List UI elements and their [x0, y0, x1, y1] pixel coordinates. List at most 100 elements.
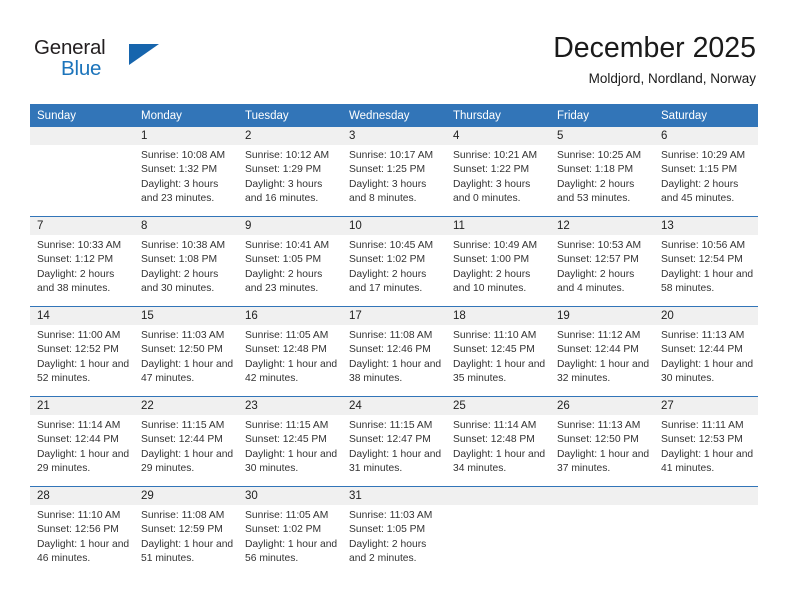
calendar-day-cell[interactable]: 22 Sunrise: 11:15 AM Sunset: 12:44 PM Dayli… [134, 396, 238, 487]
day-number [550, 487, 654, 505]
daylight-text-cont: 37 minutes. [557, 463, 611, 475]
sunset-text: Sunset: 12:45 PM [453, 344, 535, 356]
logo[interactable]: General Blue [34, 36, 164, 84]
calendar-day-cell[interactable]: 9 Sunrise: 10:41 AM Sunset: 1:05 PM Dayligh… [238, 216, 342, 307]
calendar-day-cell[interactable]: 6 Sunrise: 10:29 AM Sunset: 1:15 PM Dayligh… [654, 127, 758, 217]
calendar-day-cell[interactable]: 13 Sunrise: 10:56 AM Sunset: 12:54 PM Dayli… [654, 216, 758, 307]
daylight-text-cont: 34 minutes. [453, 463, 507, 475]
day-details: Sunrise: 10:38 AM Sunset: 1:08 PM Daylight… [134, 235, 238, 297]
calendar-day-cell[interactable]: 31 Sunrise: 11:03 AM Sunset: 1:05 PM Daylig… [342, 486, 446, 576]
daylight-text-cont: and 45 minutes. [661, 193, 735, 205]
calendar-day-cell[interactable]: 14 Sunrise: 11:00 AM Sunset: 12:52 PM Dayli… [30, 306, 134, 397]
daylight-text: Daylight: 1 hour and [557, 358, 650, 370]
sunrise-text: Sunrise: 10:49 AM [453, 240, 538, 251]
calendar-day-cell[interactable]: 7 Sunrise: 10:33 AM Sunset: 1:12 PM Dayligh… [30, 216, 134, 307]
page-header: General Blue December 2025 Moldjord, Nor… [0, 0, 792, 104]
sunset-text: Sunset: 12:44 PM [37, 434, 119, 446]
sunrise-text: Sunrise: 10:38 AM [141, 240, 226, 251]
day-number [446, 487, 550, 505]
sunrise-text: Sunrise: 10:29 AM [661, 150, 746, 161]
page-subtitle: Moldjord, Nordland, Norway [588, 71, 756, 86]
sunset-text: Sunset: 12:44 PM [141, 434, 223, 446]
sunset-text: Sunset: 1:05 PM [349, 524, 426, 536]
calendar-day-cell[interactable]: 21 Sunrise: 11:14 AM Sunset: 12:44 PM Dayli… [30, 396, 134, 487]
day-number: 15 [134, 307, 238, 325]
weekday-header-saturday: Saturday [654, 104, 758, 127]
daylight-text-cont: 35 minutes. [453, 373, 507, 385]
calendar-day-cell[interactable]: 16 Sunrise: 11:05 AM Sunset: 12:48 PM Dayli… [238, 306, 342, 397]
daylight-text: Daylight: 1 hour and [141, 538, 234, 550]
sunrise-text: Sunrise: 10:53 AM [557, 240, 642, 251]
sunrise-text: Sunrise: 11:14 AM [37, 420, 121, 431]
sunrise-text: Sunrise: 11:05 AM [245, 510, 329, 521]
calendar-day-cell[interactable]: 19 Sunrise: 11:12 AM Sunset: 12:44 PM Dayli… [550, 306, 654, 397]
sunset-text: Sunset: 12:47 PM [349, 434, 431, 446]
day-details: Sunrise: 11:08 AM Sunset: 12:46 PM Dayligh… [342, 325, 446, 387]
daylight-text: Daylight: 1 hour and [557, 448, 650, 460]
calendar-day-cell[interactable]: 2 Sunrise: 10:12 AM Sunset: 1:29 PM Dayligh… [238, 127, 342, 217]
calendar-day-cell[interactable]: 4 Sunrise: 10:21 AM Sunset: 1:22 PM Dayligh… [446, 127, 550, 217]
calendar-week-row: 1 Sunrise: 10:08 AM Sunset: 1:32 PM Dayligh… [30, 127, 758, 217]
day-details: Sunrise: 11:15 AM Sunset: 12:47 PM Dayligh… [342, 415, 446, 477]
calendar-day-cell[interactable]: 23 Sunrise: 11:15 AM Sunset: 12:45 PM Dayli… [238, 396, 342, 487]
calendar-day-cell[interactable]: 25 Sunrise: 11:14 AM Sunset: 12:48 PM Dayli… [446, 396, 550, 487]
day-details: Sunrise: 11:15 AM Sunset: 12:45 PM Dayligh… [238, 415, 342, 477]
calendar-day-cell[interactable]: 29 Sunrise: 11:08 AM Sunset: 12:59 PM Dayli… [134, 486, 238, 576]
day-number: 6 [654, 127, 758, 145]
daylight-text: Daylight: 2 hours [245, 268, 323, 280]
daylight-text-cont: and 8 minutes. [349, 193, 417, 205]
calendar-day-cell[interactable]: 1 Sunrise: 10:08 AM Sunset: 1:32 PM Dayligh… [134, 127, 238, 217]
calendar-day-cell[interactable]: 5 Sunrise: 10:25 AM Sunset: 1:18 PM Dayligh… [550, 127, 654, 217]
day-details: Sunrise: 10:53 AM Sunset: 12:57 PM Dayligh… [550, 235, 654, 297]
daylight-text: Daylight: 1 hour and [349, 448, 442, 460]
calendar-day-cell[interactable]: 18 Sunrise: 11:10 AM Sunset: 12:45 PM Dayli… [446, 306, 550, 397]
calendar-day-cell[interactable]: 12 Sunrise: 10:53 AM Sunset: 12:57 PM Dayli… [550, 216, 654, 307]
day-number: 12 [550, 217, 654, 235]
daylight-text-cont: 46 minutes. [37, 553, 91, 565]
sunset-text: Sunset: 1:15 PM [661, 164, 738, 176]
calendar-day-cell[interactable]: 8 Sunrise: 10:38 AM Sunset: 1:08 PM Dayligh… [134, 216, 238, 307]
title-block: December 2025 Moldjord, Nordland, Norway [553, 30, 756, 89]
calendar-day-cell[interactable]: 15 Sunrise: 11:03 AM Sunset: 12:50 PM Dayli… [134, 306, 238, 397]
calendar-day-cell[interactable]: 24 Sunrise: 11:15 AM Sunset: 12:47 PM Dayli… [342, 396, 446, 487]
daylight-text: Daylight: 3 hours [453, 178, 531, 190]
weekday-header-wednesday: Wednesday [342, 104, 446, 127]
sunrise-text: Sunrise: 11:13 AM [557, 420, 641, 431]
daylight-text-cont: and 10 minutes. [453, 283, 527, 295]
calendar-day-cell[interactable]: 30 Sunrise: 11:05 AM Sunset: 1:02 PM Daylig… [238, 486, 342, 576]
daylight-text: Daylight: 1 hour and [245, 448, 338, 460]
day-number: 2 [238, 127, 342, 145]
daylight-text-cont: and 2 minutes. [349, 553, 417, 565]
sunrise-text: Sunrise: 10:08 AM [141, 150, 226, 161]
daylight-text-cont: 47 minutes. [141, 373, 195, 385]
calendar-day-cell[interactable]: 3 Sunrise: 10:17 AM Sunset: 1:25 PM Dayligh… [342, 127, 446, 217]
sunrise-text: Sunrise: 11:11 AM [661, 420, 744, 431]
sunrise-text: Sunrise: 11:05 AM [245, 330, 329, 341]
daylight-text: Daylight: 1 hour and [661, 448, 754, 460]
calendar-day-cell[interactable]: 28 Sunrise: 11:10 AM Sunset: 12:56 PM Dayli… [30, 486, 134, 576]
day-number: 9 [238, 217, 342, 235]
day-details: Sunrise: 11:11 AM Sunset: 12:53 PM Dayligh… [654, 415, 758, 477]
daylight-text: Daylight: 2 hours [661, 178, 739, 190]
daylight-text: Daylight: 2 hours [453, 268, 531, 280]
calendar-cell-empty [654, 486, 758, 576]
calendar-day-cell[interactable]: 10 Sunrise: 10:45 AM Sunset: 1:02 PM Daylig… [342, 216, 446, 307]
day-number: 11 [446, 217, 550, 235]
daylight-text-cont: 38 minutes. [349, 373, 403, 385]
daylight-text-cont: 32 minutes. [557, 373, 611, 385]
calendar-day-cell[interactable]: 20 Sunrise: 11:13 AM Sunset: 12:44 PM Dayli… [654, 306, 758, 397]
day-number: 31 [342, 487, 446, 505]
calendar-day-cell[interactable]: 27 Sunrise: 11:11 AM Sunset: 12:53 PM Dayli… [654, 396, 758, 487]
sunrise-text: Sunrise: 10:45 AM [349, 240, 434, 251]
calendar-day-cell[interactable]: 26 Sunrise: 11:13 AM Sunset: 12:50 PM Dayli… [550, 396, 654, 487]
day-details: Sunrise: 10:12 AM Sunset: 1:29 PM Daylight… [238, 145, 342, 207]
daylight-text: Daylight: 2 hours [557, 178, 635, 190]
calendar-day-cell[interactable]: 11 Sunrise: 10:49 AM Sunset: 1:00 PM Daylig… [446, 216, 550, 307]
day-details: Sunrise: 11:14 AM Sunset: 12:48 PM Dayligh… [446, 415, 550, 477]
sunset-text: Sunset: 1:08 PM [141, 254, 218, 266]
day-number: 19 [550, 307, 654, 325]
sunset-text: Sunset: 12:52 PM [37, 344, 119, 356]
calendar-day-cell[interactable]: 17 Sunrise: 11:08 AM Sunset: 12:46 PM Dayli… [342, 306, 446, 397]
day-number: 7 [30, 217, 134, 235]
day-details: Sunrise: 11:08 AM Sunset: 12:59 PM Dayligh… [134, 505, 238, 567]
